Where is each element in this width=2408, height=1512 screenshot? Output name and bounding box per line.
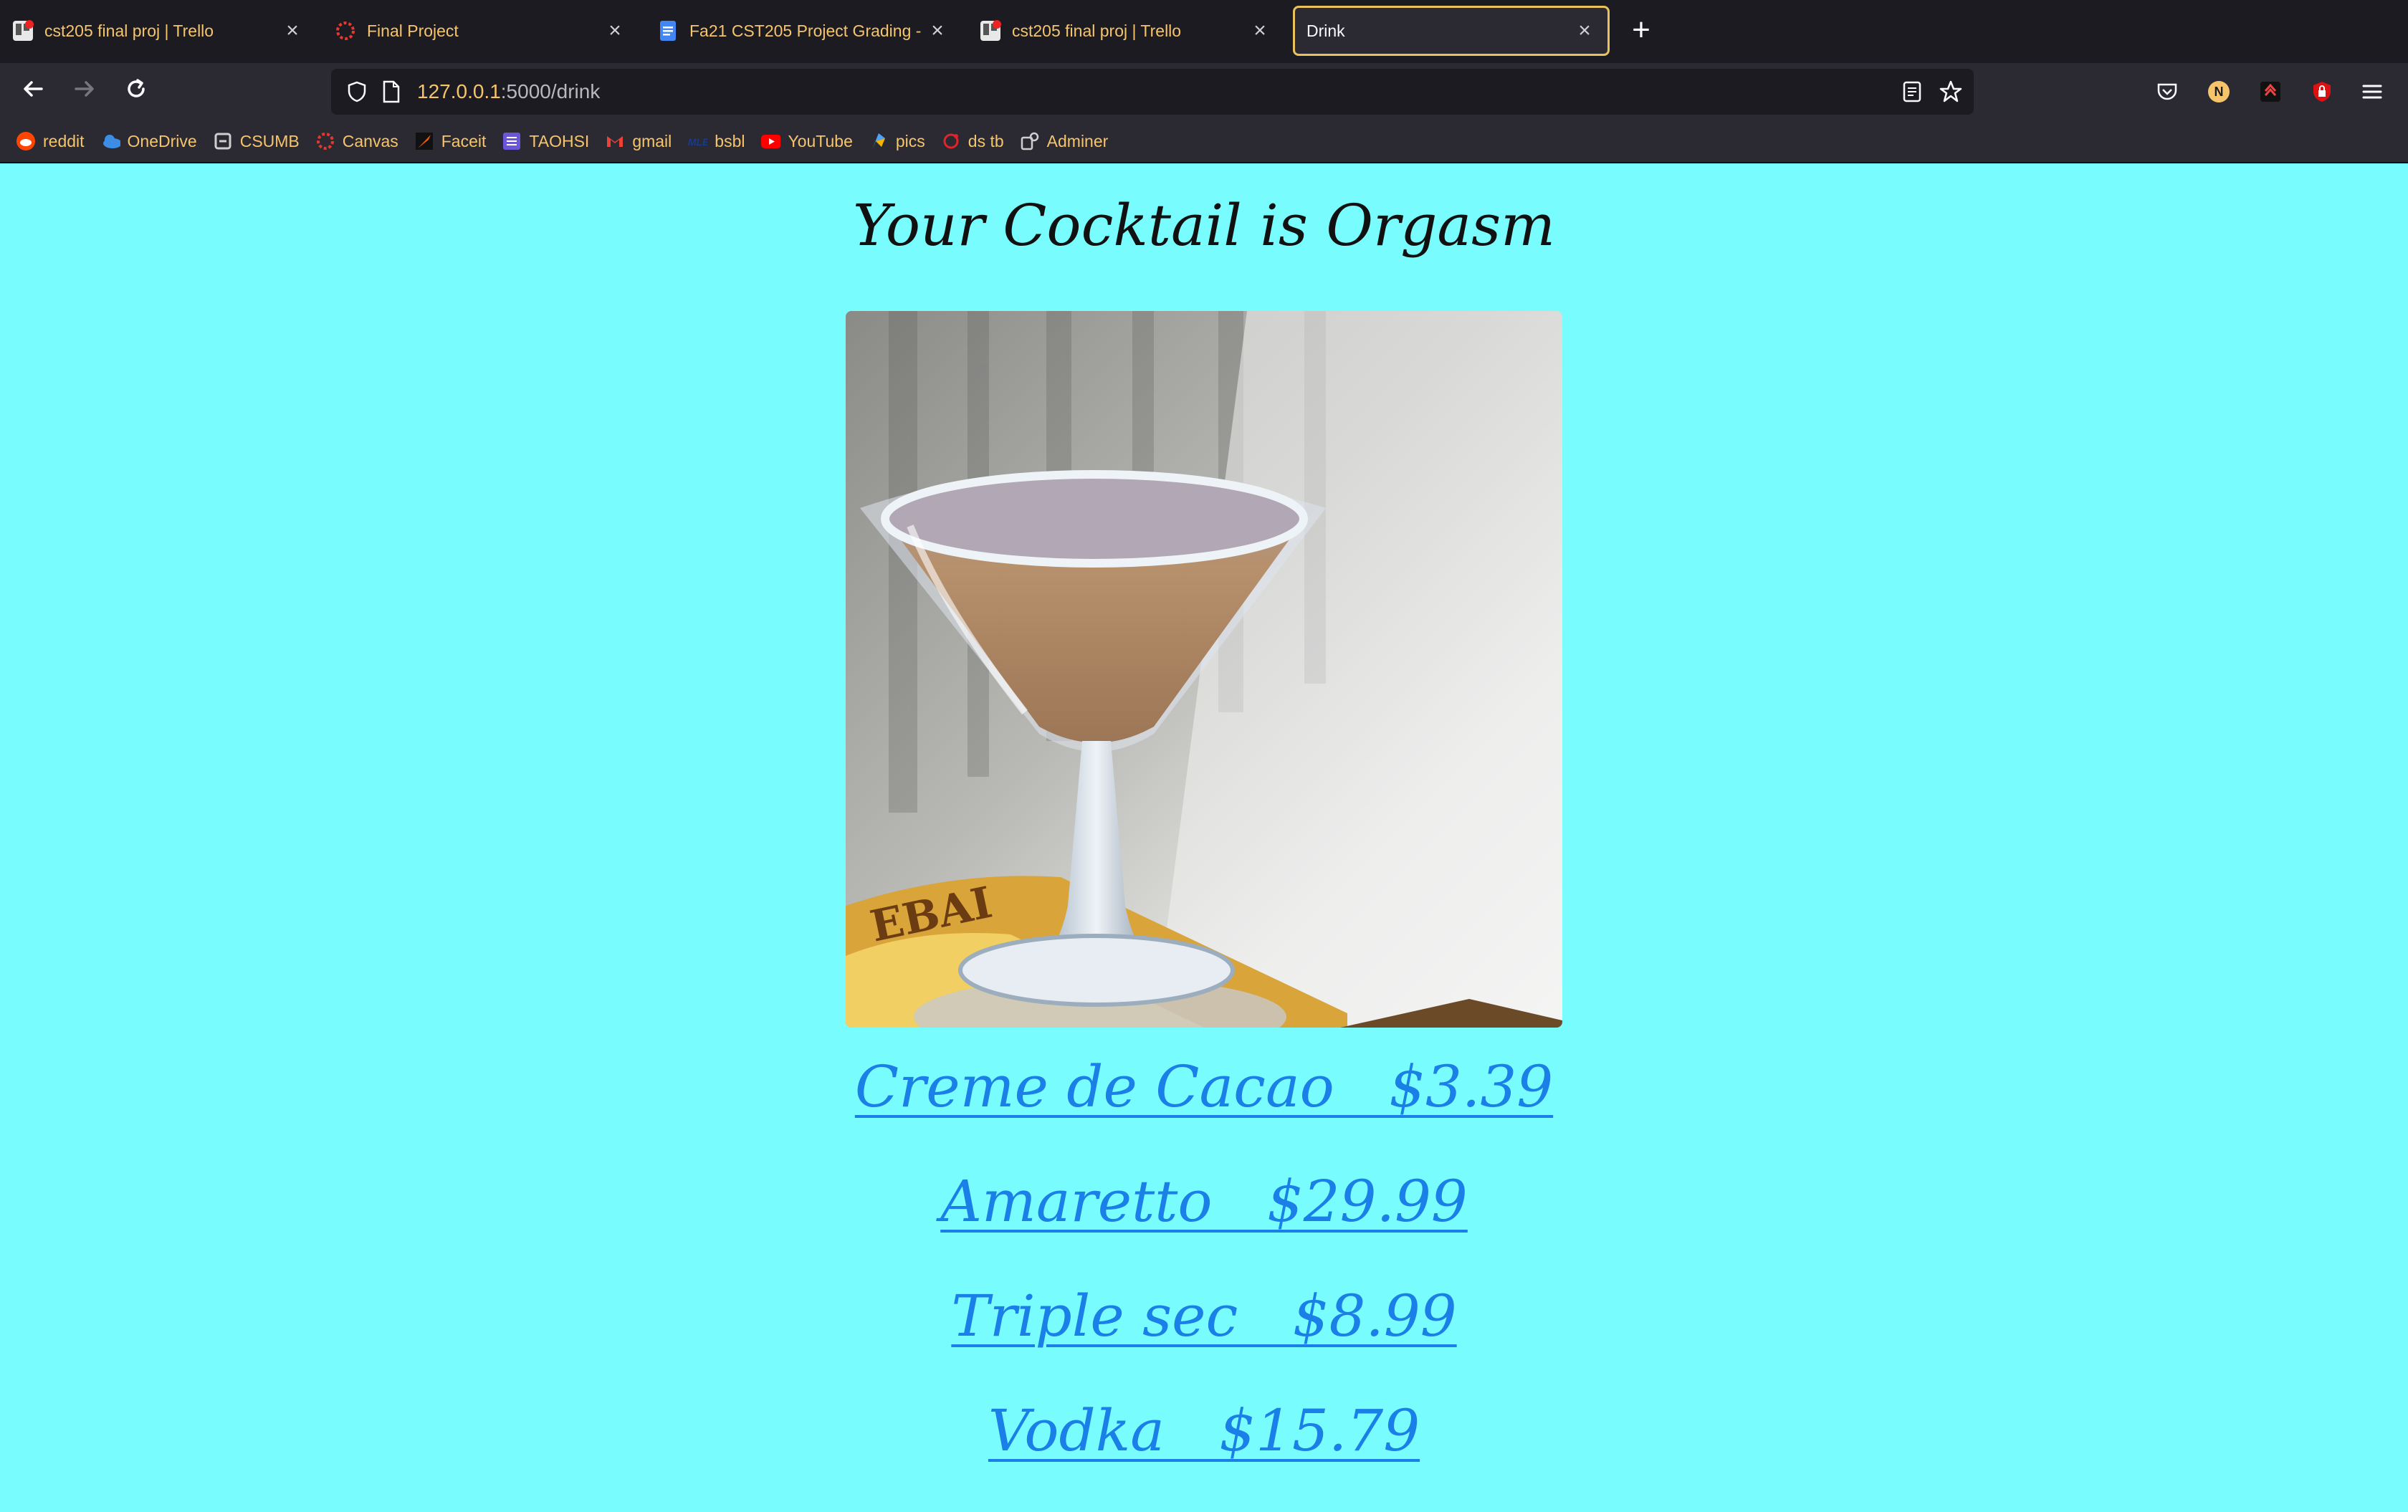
bookmark-bsbl[interactable]: MLB bsbl [687, 131, 745, 151]
tab-trello-1[interactable]: cst205 final proj | Trello × [0, 6, 315, 56]
bookmark-label: gmail [632, 131, 672, 150]
tab-title: Final Project [367, 21, 459, 40]
menu-icon[interactable] [2358, 77, 2386, 106]
bookmark-faceit[interactable]: Faceit [414, 131, 487, 151]
bookmark-pics[interactable]: pics [869, 131, 925, 151]
tab-strip: cst205 final proj | Trello × Final Proje… [0, 0, 2408, 63]
url-text[interactable]: 127.0.0.1:5000/drink [417, 80, 600, 103]
bookmark-label: OneDrive [127, 131, 197, 150]
ingredient-link-amaretto[interactable]: Amaretto $29.99 [940, 1168, 1468, 1235]
tab-trello-2[interactable]: cst205 final proj | Trello × [968, 6, 1283, 56]
pics-icon [869, 131, 889, 151]
url-host: 127.0.0.1 [417, 80, 501, 102]
bookmark-dstb[interactable]: ds tb [941, 131, 1004, 151]
account-avatar-icon[interactable]: N [2204, 77, 2233, 106]
reader-view-icon[interactable] [1898, 77, 1926, 106]
bookmark-star-icon[interactable] [1936, 77, 1965, 106]
close-icon[interactable]: × [1573, 19, 1596, 42]
pocket-icon[interactable] [2153, 77, 2182, 106]
canvas-icon [315, 131, 335, 151]
ublock-icon[interactable] [2308, 77, 2336, 106]
bookmark-youtube[interactable]: YouTube [760, 131, 853, 151]
faceit-icon [414, 131, 434, 151]
new-tab-icon[interactable]: + [1625, 14, 1657, 47]
tab-title: cst205 final proj | Trello [44, 21, 214, 40]
bookmark-label: Adminer [1046, 131, 1109, 150]
tab-title: cst205 final proj | Trello [1012, 21, 1182, 40]
onedrive-icon [100, 131, 120, 151]
bookmark-taohsi[interactable]: TAOHSI [502, 131, 589, 151]
ingredient-link-triple-sec[interactable]: Triple sec $8.99 [951, 1283, 1456, 1349]
url-path: :5000/drink [500, 80, 601, 102]
bookmark-adminer[interactable]: Adminer [1020, 131, 1109, 151]
bookmark-label: TAOHSI [529, 131, 590, 150]
youtube-icon [760, 131, 781, 151]
canvas-icon [334, 19, 357, 42]
ingredient-item: Vodka $15.79 [0, 1397, 2408, 1512]
tab-drink[interactable]: Drink × [1293, 6, 1610, 56]
tab-project-grading[interactable]: Fa21 CST205 Project Grading - × [645, 6, 960, 56]
bookmark-csumb[interactable]: CSUMB [213, 131, 300, 151]
bookmark-label: CSUMB [239, 131, 300, 150]
close-icon[interactable]: × [281, 19, 304, 42]
bookmark-label: bsbl [715, 131, 745, 150]
ingredient-item: Triple sec $8.99 [0, 1283, 2408, 1397]
bookmark-canvas[interactable]: Canvas [315, 131, 398, 151]
page-icon[interactable] [377, 77, 406, 106]
gmail-icon [605, 131, 625, 151]
bookmark-label: pics [895, 131, 925, 150]
reddit-icon [16, 131, 36, 151]
tab-title: Drink [1306, 21, 1345, 40]
csumb-icon [213, 131, 233, 151]
ingredient-list: Creme de Cacao $3.39 Amaretto $29.99 Tri… [0, 1053, 2408, 1512]
bookmark-label: reddit [43, 131, 85, 150]
navigation-bar: 127.0.0.1:5000/drink N [0, 63, 2408, 120]
ingredient-item: Creme de Cacao $3.39 [0, 1053, 2408, 1168]
bookmark-gmail[interactable]: gmail [605, 131, 672, 151]
ingredient-link-creme-de-cacao[interactable]: Creme de Cacao $3.39 [855, 1053, 1553, 1120]
extension-icon[interactable] [2256, 77, 2285, 106]
dstb-icon [941, 131, 961, 151]
address-bar[interactable]: 127.0.0.1:5000/drink [331, 69, 1974, 115]
tab-title: Fa21 CST205 Project Grading - [689, 21, 922, 40]
back-icon[interactable] [16, 75, 50, 109]
adminer-icon [1020, 131, 1040, 151]
forward-icon[interactable] [67, 75, 102, 109]
svg-text:N: N [2214, 85, 2224, 99]
google-docs-icon [656, 19, 679, 42]
bookmark-reddit[interactable]: reddit [16, 131, 85, 151]
ingredient-item: Amaretto $29.99 [0, 1168, 2408, 1283]
bookmark-label: Canvas [342, 131, 398, 150]
taohsi-icon [502, 131, 522, 151]
bookmark-label: ds tb [968, 131, 1004, 150]
bookmark-label: Faceit [441, 131, 487, 150]
trello-icon [979, 19, 1002, 42]
bsbl-icon: MLB [687, 131, 707, 151]
svg-text:MLB: MLB [688, 136, 707, 148]
close-icon[interactable]: × [603, 19, 626, 42]
reload-icon[interactable] [119, 75, 153, 109]
trello-icon [11, 19, 34, 42]
close-icon[interactable]: × [926, 19, 949, 42]
shield-icon[interactable] [343, 77, 371, 106]
bookmark-onedrive[interactable]: OneDrive [100, 131, 197, 151]
bookmarks-toolbar: reddit OneDrive CSUMB Canvas Faceit TAOH… [0, 120, 2408, 163]
close-icon[interactable]: × [1248, 19, 1271, 42]
tab-final-project[interactable]: Final Project × [322, 6, 638, 56]
ingredient-link-vodka[interactable]: Vodka $15.79 [988, 1397, 1420, 1464]
bookmark-label: YouTube [788, 131, 853, 150]
page-title: Your Cocktail is Orgasm [852, 192, 1556, 259]
cocktail-image: EBAI [846, 311, 1562, 1028]
